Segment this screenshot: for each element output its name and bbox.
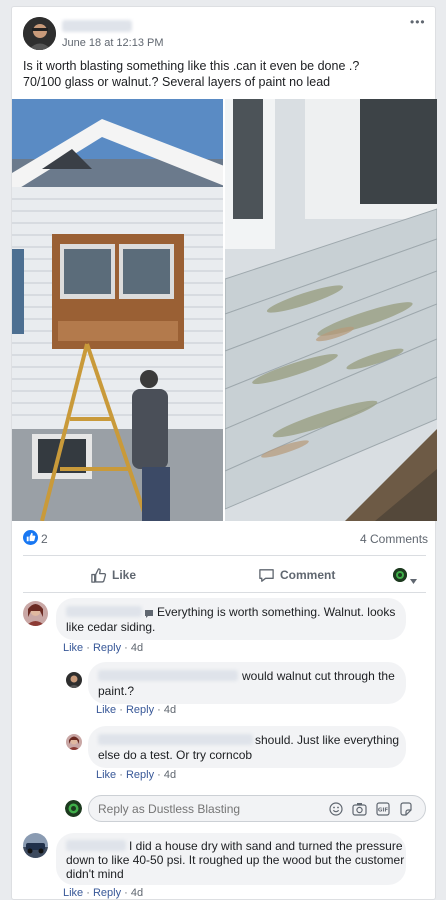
comment-like-link[interactable]: Like — [63, 887, 83, 899]
thumbs-up-icon — [91, 567, 107, 583]
meta-separator: · — [86, 642, 90, 654]
commenter-avatar[interactable] — [23, 833, 48, 858]
replier-name-redacted[interactable] — [98, 670, 238, 681]
comment-button[interactable]: Comment — [258, 560, 335, 590]
gif-icon[interactable]: GIF — [376, 802, 390, 816]
divider-top — [23, 555, 426, 556]
meta-separator: · — [157, 769, 161, 781]
svg-text:GIF: GIF — [378, 808, 389, 814]
post-text-line2: 70/100 glass or walnut.? Several layers … — [23, 75, 331, 89]
comments-count[interactable]: 4 Comments — [360, 532, 428, 546]
reply-text-line2: paint.? — [98, 684, 135, 698]
comment-button-label: Comment — [280, 568, 336, 582]
meta-separator: · — [124, 887, 128, 899]
commenter-avatar[interactable] — [23, 601, 48, 626]
comment-meta: Like · Reply · 4d — [63, 887, 143, 899]
commenter-name-redacted[interactable] — [66, 606, 142, 617]
meta-separator: · — [86, 887, 90, 899]
comment-reply-link[interactable]: Reply — [93, 887, 121, 899]
comment-text-line1: Everything is worth something. Walnut. l… — [157, 605, 396, 619]
meta-separator: · — [124, 642, 128, 654]
post-card: June 18 at 12:13 PM ••• Is it worth blas… — [11, 6, 437, 900]
reaction-count[interactable]: 2 — [41, 532, 48, 546]
reply-input[interactable] — [98, 801, 318, 817]
comment-meta: Like · Reply · 4d — [63, 642, 143, 654]
poster-name-redacted[interactable] — [62, 20, 132, 32]
page-avatar-icon — [65, 800, 82, 817]
post-timestamp[interactable]: June 18 at 12:13 PM — [62, 37, 164, 49]
replier-avatar[interactable] — [66, 734, 82, 750]
reply-time[interactable]: 4d — [164, 769, 176, 781]
reply-reply-link[interactable]: Reply — [126, 769, 154, 781]
comment-like-link[interactable]: Like — [63, 642, 83, 654]
comment-text-line2: down to like 40-50 psi. It roughed up th… — [66, 853, 405, 867]
comment-text-line1: I did a house dry with sand and turned t… — [129, 839, 403, 853]
meta-separator: · — [119, 769, 123, 781]
replier-name-redacted[interactable] — [98, 734, 253, 745]
like-reaction-icon[interactable] — [23, 530, 38, 545]
sticker-icon[interactable] — [399, 802, 413, 816]
replier-avatar[interactable] — [66, 672, 82, 688]
like-button-label: Like — [112, 568, 137, 582]
reply-reply-link[interactable]: Reply — [126, 704, 154, 716]
reply-meta: Like · Reply · 4d — [96, 769, 176, 781]
comment-bubble-icon — [259, 568, 274, 582]
meta-separator: · — [119, 704, 123, 716]
comment-time[interactable]: 4d — [131, 887, 143, 899]
post-photo-siding-closeup[interactable] — [225, 99, 437, 521]
comment-text-line3: didn't mind — [66, 867, 124, 881]
comment-time[interactable]: 4d — [131, 642, 143, 654]
camera-icon[interactable] — [352, 802, 367, 816]
like-button[interactable]: Like — [90, 560, 136, 590]
post-text-line1: Is it worth blasting something like this… — [23, 59, 360, 73]
post-photo-house-window[interactable] — [12, 99, 223, 521]
reply-like-link[interactable]: Like — [96, 704, 116, 716]
reply-input-box[interactable]: GIF — [88, 795, 426, 822]
comment-reply-link[interactable]: Reply — [93, 642, 121, 654]
more-icon[interactable]: ••• — [410, 15, 426, 29]
reply-text-line1: should. Just like everything — [255, 733, 400, 747]
reply-time[interactable]: 4d — [164, 704, 176, 716]
poster-avatar[interactable] — [23, 17, 56, 50]
meta-separator: · — [157, 704, 161, 716]
commenter-name-redacted[interactable] — [66, 840, 126, 851]
reply-meta: Like · Reply · 4d — [96, 704, 176, 716]
emoji-icon[interactable] — [329, 802, 343, 816]
divider-bottom — [23, 592, 426, 593]
reply-like-link[interactable]: Like — [96, 769, 116, 781]
badge-icon — [144, 606, 154, 618]
chevron-down-icon[interactable] — [410, 572, 417, 584]
page-avatar-icon[interactable] — [393, 568, 407, 582]
comment-text-line2: like cedar siding. — [66, 620, 156, 634]
reply-text-line2: else do a test. Or try corncob — [98, 748, 253, 762]
reply-text-line1: would walnut cut through the — [242, 669, 395, 683]
